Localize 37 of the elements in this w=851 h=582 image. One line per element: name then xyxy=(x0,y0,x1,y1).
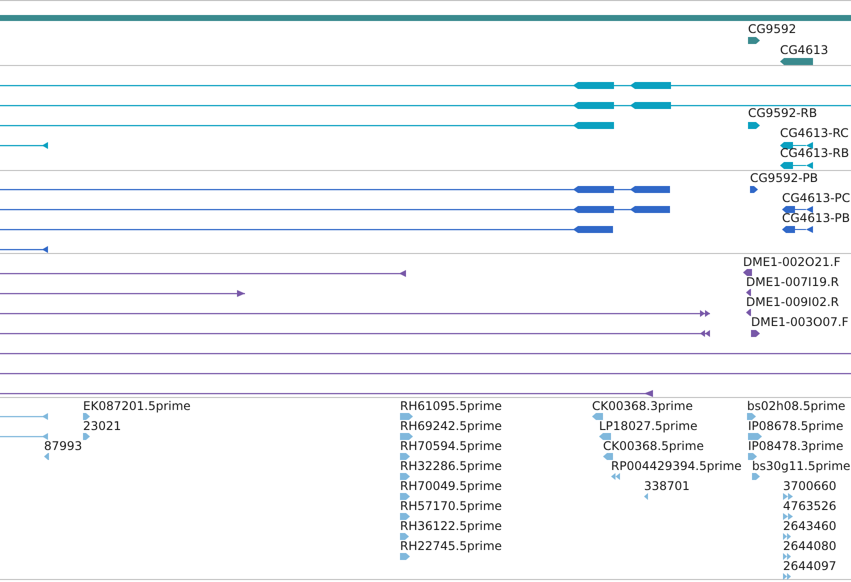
feature-label: RH61095.5prime xyxy=(400,399,502,413)
feature-label: DME1-007I19.R xyxy=(746,275,840,289)
feature-label: 4763526 xyxy=(783,499,836,513)
feature-label: CG9592 xyxy=(748,22,796,36)
feature-label: CG4613 xyxy=(780,43,828,57)
feature-label: RH70049.5prime xyxy=(400,479,502,493)
feature-label: DME1-009I02.R xyxy=(746,295,840,309)
feature-label: 23021 xyxy=(83,419,122,433)
feature-label: bs30g11.5prime xyxy=(752,459,850,473)
feature-label: DME1-003O07.F xyxy=(751,315,848,329)
feature-label: 2644080 xyxy=(783,539,836,553)
feature-label: CG4613-PC xyxy=(782,191,850,205)
feature-label: bs02h08.5prime xyxy=(747,399,846,413)
feature-label: RH22745.5prime xyxy=(400,539,502,553)
feature-label: CK00368.3prime xyxy=(592,399,693,413)
feature-label: CG9592-PB xyxy=(750,171,818,185)
feature-label: RH70594.5prime xyxy=(400,439,502,453)
feature-label: CK00368.5prime xyxy=(603,439,704,453)
feature-label: CG4613-PB xyxy=(782,211,850,225)
feature-label: IP08478.3prime xyxy=(748,439,844,453)
feature-label: RH36122.5prime xyxy=(400,519,502,533)
feature-label: RH69242.5prime xyxy=(400,419,502,433)
feature-label: IP08678.5prime xyxy=(748,419,844,433)
feature-label: CG4613-RC xyxy=(780,126,849,140)
feature-label: CG9592-RB xyxy=(748,106,818,120)
feature-label: 3700660 xyxy=(783,479,836,493)
feature-label: 87993 xyxy=(44,439,82,453)
feature-label: RH57170.5prime xyxy=(400,499,502,513)
feature-label: RH32286.5prime xyxy=(400,459,502,473)
feature-label: LP18027.5prime xyxy=(599,419,698,433)
feature-label: EK087201.5prime xyxy=(83,399,191,413)
feature-label: 338701 xyxy=(644,479,690,493)
feature-label: CG4613-RB xyxy=(780,146,850,160)
feature-label: DME1-002O21.F xyxy=(743,255,840,269)
feature-label: 2643460 xyxy=(783,519,836,533)
feature-label: RP004429394.5prime xyxy=(611,459,742,473)
feature-label: 2644097 xyxy=(783,559,836,573)
